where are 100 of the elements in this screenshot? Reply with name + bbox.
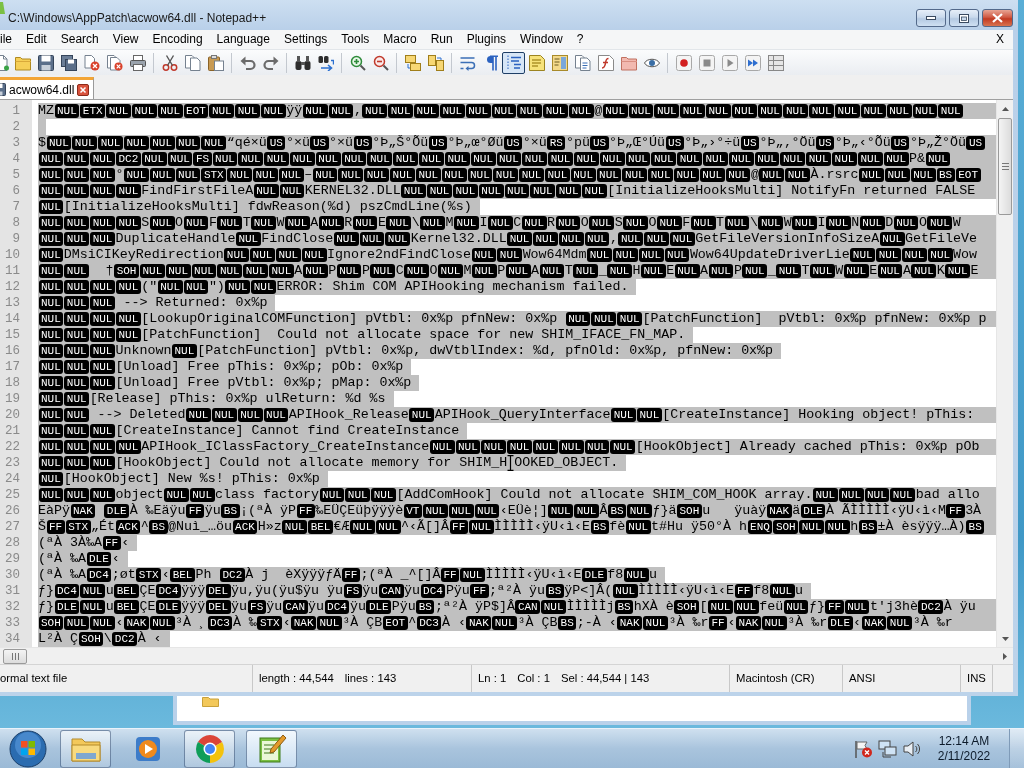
control-character: NUL [460,568,485,582]
control-character: NUL [175,168,201,182]
control-character: DEL [205,600,231,614]
line-number: 8 [11,215,21,231]
control-character: DC4 [54,584,80,598]
menu-item[interactable]: Window [513,30,570,49]
speaker-icon[interactable] [903,740,921,757]
code-text: , [609,231,618,247]
control-character: NUL [64,408,90,422]
scroll-up-icon[interactable] [1001,106,1009,111]
code-text: 3À [965,503,982,519]
maximize-button[interactable] [949,9,979,27]
code-text: [InitializeHooksMulti] NotifyFn returned FALSE [607,183,976,199]
code-text: GetFileVe [905,231,978,247]
control-character: NUL [38,456,64,470]
control-character: NUL [690,216,716,230]
flag-icon[interactable] [853,739,873,758]
vertical-scrollbar[interactable] [996,100,1013,647]
control-character: NUL [703,152,728,166]
control-character: NUL [731,104,757,118]
minimize-button[interactable] [916,9,946,27]
control-character: NUL [251,280,276,294]
control-character: NUL [491,104,517,118]
scrollbar-thumb[interactable] [3,648,27,664]
code-text: APIHook_Release [288,407,409,423]
menu-item[interactable]: Run [423,30,460,49]
control-character: NUL [191,264,217,278]
control-character: NUL [211,408,237,422]
control-character: DLE [827,616,853,630]
scrollbar-thumb[interactable] [998,118,1012,215]
control-character: NUL [64,216,90,230]
taskbar-button[interactable] [184,729,235,768]
control-character: CAN [515,600,541,614]
close-document-button[interactable]: X [996,30,1004,49]
control-character: NUL [64,376,90,390]
code-text: C [395,263,404,279]
file-tab[interactable]: acwow64.dll [0,77,95,99]
network-icon[interactable] [878,739,898,758]
code-text: u [795,583,804,599]
control-character: NUL [80,584,106,598]
menu-item[interactable]: View [105,30,146,49]
control-character: NUL [927,248,953,262]
control-character: NUL [699,168,725,182]
tab-close-icon[interactable] [77,83,90,96]
code-text: R [344,215,353,231]
control-character: NUL [38,248,64,262]
control-character: NUL [680,104,705,118]
menu-item[interactable]: Language [209,30,277,49]
indent-guide-button[interactable] [502,51,525,74]
menu-item[interactable]: ile [0,30,19,49]
control-character: BEL [308,520,333,534]
code-text: O [175,215,184,231]
menu-item[interactable]: Search [53,30,106,49]
scroll-right-icon[interactable] [1003,652,1007,660]
taskbar-button[interactable] [60,729,111,768]
code-text: ;ª²À ÿu [489,583,546,599]
menu-item[interactable]: Tools [334,30,377,49]
control-character: NUL [627,504,652,518]
control-character: FF [708,616,728,630]
control-character: BS [858,520,878,534]
control-character: NUL [90,376,115,390]
control-character: NUL [825,520,850,534]
control-character: NUL [555,216,581,230]
control-character: NUL [901,248,927,262]
menu-item[interactable]: Edit [19,30,54,49]
control-character: NUL [80,600,106,614]
code-text: E [970,263,979,279]
app-icon [0,0,5,14]
menu-item[interactable]: Plugins [459,30,514,49]
code-text: Kernel32.DLL [410,231,507,247]
menu-item[interactable]: Settings [276,30,335,49]
code-text: f8 [607,567,624,583]
start-orb-icon[interactable] [9,729,47,768]
menu-item[interactable]: Macro [376,30,424,49]
horizontal-scrollbar[interactable] [0,647,1013,664]
code-text: [InitializeHooksMulti] fdwReason(%d) pszCmdLine(%s) [63,199,472,215]
menu-item[interactable]: Encoding [145,30,210,49]
code-text: t#Hu ÿ50°À h [651,519,748,535]
code-text: C [513,215,522,231]
code-text: ä [792,503,801,519]
undo-icon [239,54,256,71]
line-number: 26 [4,503,21,519]
show-desktop-button[interactable] [1009,728,1024,768]
code-text: ƒ}ä [652,503,677,519]
control-character: NUL [131,104,157,118]
control-character: NUL [733,600,759,614]
control-character: NUL [64,360,90,374]
control-character: EOT [382,616,408,630]
control-character: NAK [291,616,316,630]
menu-item[interactable]: ? [569,30,591,49]
control-character: NUL [438,264,463,278]
code-text: ÿÿÿ [181,599,206,615]
scroll-down-icon[interactable] [1001,636,1009,641]
control-character: NUL [548,504,574,518]
control-character: NUL [505,264,531,278]
control-character: BS [545,584,564,598]
taskbar-button[interactable] [246,729,297,768]
control-character: NUL [38,328,64,342]
close-button[interactable] [982,9,1013,27]
editor-area[interactable] [0,100,996,647]
